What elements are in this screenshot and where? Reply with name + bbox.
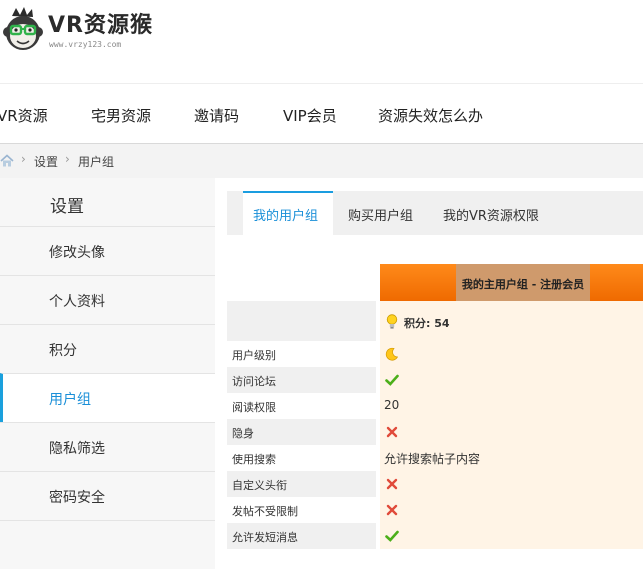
breadcrumb-separator: ›: [65, 152, 70, 166]
row-value-post-unlimited: [380, 497, 643, 523]
top-nav: VR资源 宅男资源 邀请码 VIP会员 资源失效怎么办: [0, 84, 643, 144]
sidebar-item-profile[interactable]: 个人资料: [0, 275, 215, 324]
sidebar-item-label: 个人资料: [49, 294, 105, 310]
row-value-user-level: [380, 341, 643, 367]
sidebar-item-usergroup[interactable]: 用户组: [0, 373, 215, 422]
cross-icon: [386, 504, 398, 516]
main-content: 我的用户组 购买用户组 我的VR资源权限 我的主用户组 - 注册会员 积分: 5…: [216, 178, 643, 549]
row-label-text: 发帖不受限制: [232, 505, 298, 518]
row-label-text: 自定义头衔: [232, 479, 287, 492]
row-label-text: 隐身: [232, 427, 254, 440]
row-label-text: 用户级别: [232, 349, 276, 362]
credit-value: 积分: 54: [404, 317, 450, 330]
site-header: VR资源猴 www.vrzy123.com: [0, 0, 643, 84]
breadcrumb-settings[interactable]: 设置: [34, 153, 58, 170]
sidebar-item-password[interactable]: 密码安全: [0, 471, 215, 520]
sidebar-item-credits[interactable]: 积分: [0, 324, 215, 373]
tab-my-usergroup[interactable]: 我的用户组: [243, 191, 333, 237]
row-label-search: 使用搜索: [227, 445, 376, 471]
sidebar-item-avatar[interactable]: 修改头像: [0, 226, 215, 275]
row-value-visit-forum: [380, 367, 643, 393]
row-value-invisible: [380, 419, 643, 445]
row-label-text: 阅读权限: [232, 401, 276, 414]
sidebar-item-label: 隐私筛选: [49, 441, 105, 457]
sidebar-title: 设置: [50, 197, 84, 217]
row-label-post-unlimited: 发帖不受限制: [227, 497, 376, 523]
usergroup-header: 我的主用户组 - 注册会员: [380, 264, 643, 301]
label-column-head: [227, 301, 376, 341]
tab-buy-usergroup[interactable]: 购买用户组: [337, 191, 423, 235]
cross-icon: [386, 426, 398, 438]
sidebar-item-privacy[interactable]: 隐私筛选: [0, 422, 215, 471]
tab-label: 购买用户组: [348, 209, 414, 224]
usergroup-header-title: 我的主用户组 - 注册会员: [461, 278, 585, 291]
row-value-search: 允许搜索帖子内容: [380, 445, 643, 471]
row-label-text: 使用搜索: [232, 453, 276, 466]
breadcrumb-usergroup[interactable]: 用户组: [78, 153, 114, 170]
settings-sidebar: 设置 修改头像 个人资料 积分 用户组 隐私筛选 密码安全: [0, 178, 215, 569]
cross-icon: [386, 478, 398, 490]
sidebar-item-label: 积分: [49, 343, 77, 359]
moon-icon: [385, 347, 399, 361]
site-title[interactable]: VR资源猴: [48, 7, 153, 39]
sidebar-item-more[interactable]: [0, 520, 215, 569]
breadcrumb: › 设置 › 用户组: [0, 144, 643, 178]
nav-item-invite-code[interactable]: 邀请码: [194, 105, 239, 126]
read-permission-value: 20: [384, 398, 400, 412]
nav-item-vip[interactable]: VIP会员: [283, 105, 337, 126]
breadcrumb-separator: ›: [21, 152, 26, 166]
search-permission-value: 允许搜索帖子内容: [384, 452, 481, 466]
sidebar-item-label: 密码安全: [49, 490, 105, 506]
row-label-allow-pm: 允许发短消息: [227, 523, 376, 549]
lightbulb-icon: [386, 314, 398, 329]
nav-item-zhainan[interactable]: 宅男资源: [91, 105, 151, 126]
sidebar-item-label: 修改头像: [49, 245, 105, 261]
row-label-text: 允许发短消息: [232, 531, 298, 544]
check-icon: [385, 530, 399, 542]
nav-item-vr[interactable]: VR资源: [0, 105, 48, 126]
usergroup-credit: 积分: 54: [380, 301, 643, 341]
tab-bar: 我的用户组 购买用户组 我的VR资源权限: [227, 191, 643, 237]
row-label-custom-title: 自定义头衔: [227, 471, 376, 497]
row-label-user-level: 用户级别: [227, 341, 376, 367]
tab-label: 我的用户组: [253, 209, 319, 224]
row-label-invisible: 隐身: [227, 419, 376, 445]
row-value-custom-title: [380, 471, 643, 497]
row-label-visit-forum: 访问论坛: [227, 367, 376, 393]
monkey-logo-icon[interactable]: [2, 6, 44, 52]
site-url: www.vrzy123.com: [49, 40, 122, 49]
row-value-allow-pm: [380, 523, 643, 549]
check-icon: [385, 374, 399, 386]
row-label-text: 访问论坛: [232, 375, 276, 388]
tab-label: 我的VR资源权限: [443, 209, 539, 224]
home-icon[interactable]: [0, 154, 14, 167]
nav-item-help[interactable]: 资源失效怎么办: [378, 105, 483, 126]
sidebar-item-label: 用户组: [49, 392, 91, 408]
row-label-read-permission: 阅读权限: [227, 393, 376, 419]
row-value-read-permission: 20: [380, 393, 643, 419]
tab-vr-permissions[interactable]: 我的VR资源权限: [433, 191, 553, 235]
